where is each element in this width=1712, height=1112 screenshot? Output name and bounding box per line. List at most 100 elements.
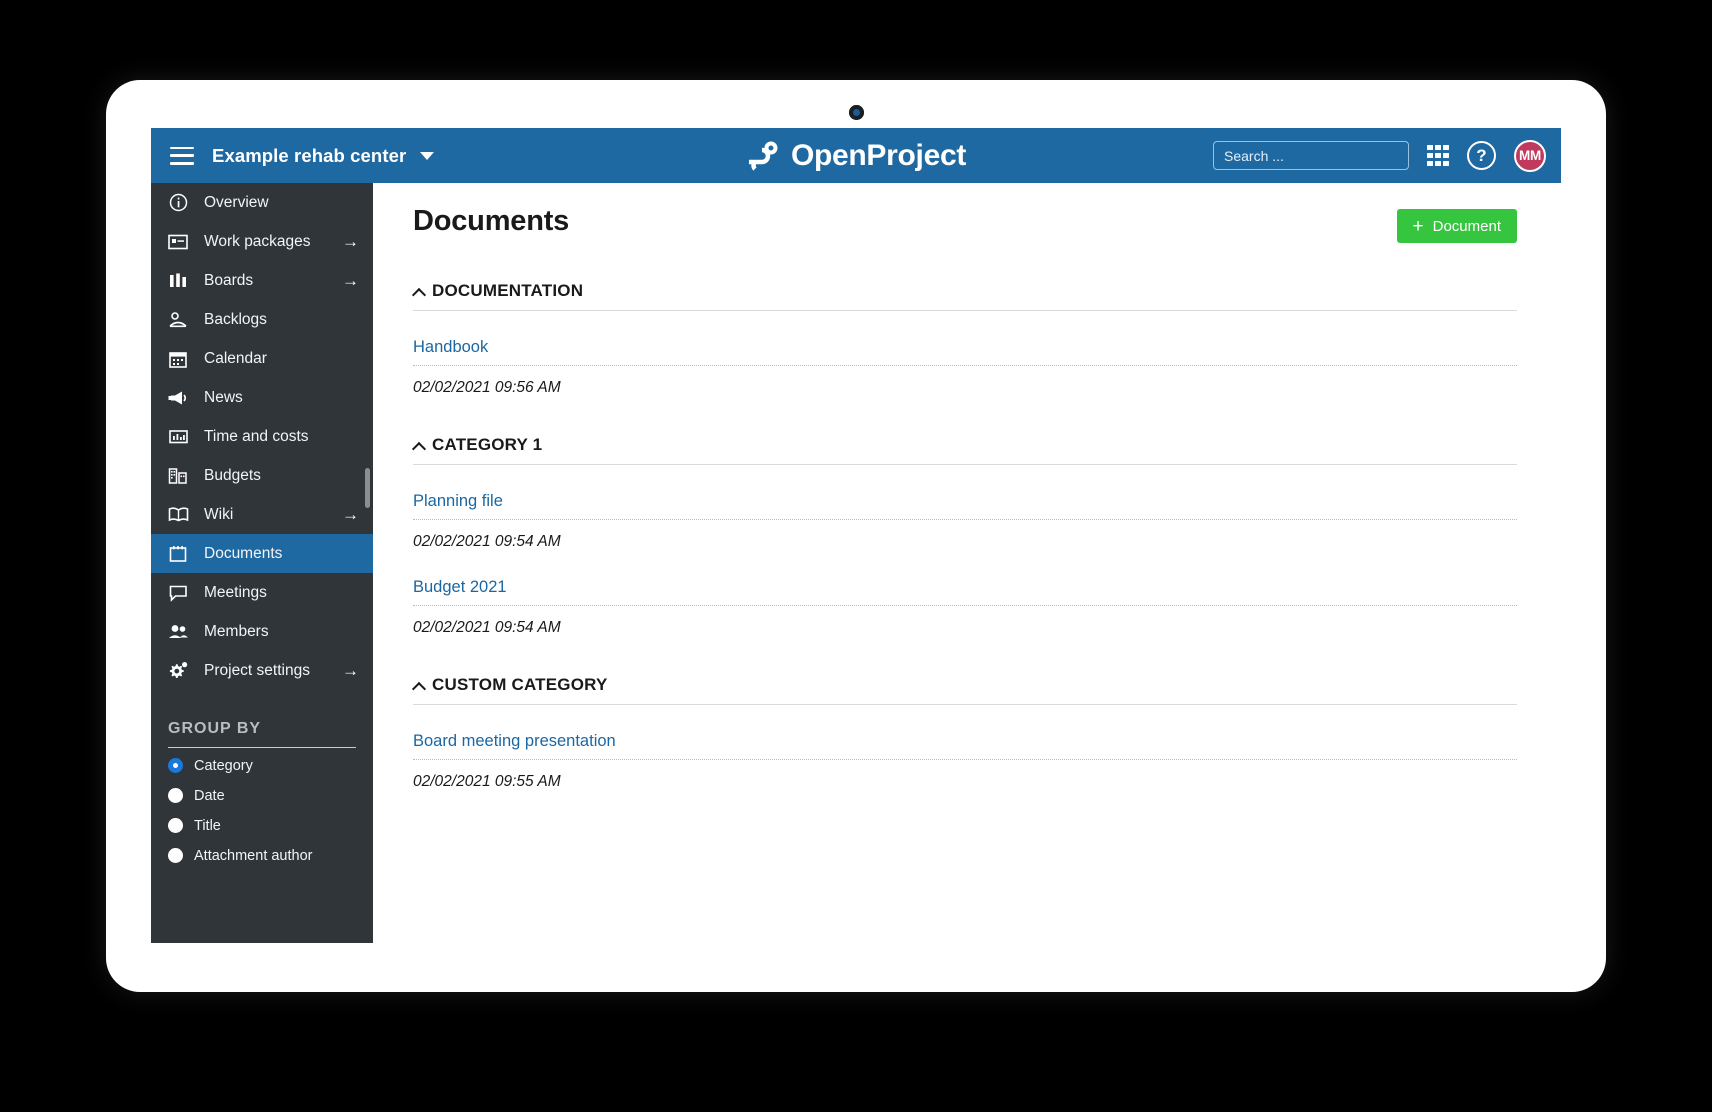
group-by-option-attachment-author[interactable]: Attachment author	[168, 843, 356, 868]
sidebar-item-label: Boards	[204, 272, 342, 290]
sidebar-arrow-icon: →	[342, 233, 359, 250]
sidebar-item-project-settings[interactable]: Project settings →	[151, 651, 373, 690]
sidebar-item-boards[interactable]: Boards →	[151, 261, 373, 300]
sidebar-item-label: Backlogs	[204, 311, 359, 329]
chevron-up-icon[interactable]	[413, 440, 424, 451]
sidebar-item-overview[interactable]: Overview	[151, 183, 373, 222]
chart-bars-icon	[167, 428, 189, 445]
radio-icon[interactable]	[168, 818, 183, 833]
boards-icon	[167, 272, 189, 290]
calendar-icon	[167, 350, 189, 368]
chevron-up-icon[interactable]	[413, 680, 424, 691]
radio-icon[interactable]	[168, 788, 183, 803]
openproject-mark-icon	[746, 141, 782, 171]
speech-bubble-icon	[167, 584, 189, 602]
sidebar-item-budgets[interactable]: Budgets	[151, 456, 373, 495]
avatar[interactable]: MM	[1514, 140, 1546, 172]
category-title: DOCUMENTATION	[432, 281, 583, 301]
document-link[interactable]: Board meeting presentation	[413, 732, 1517, 760]
sidebar-item-calendar[interactable]: Calendar	[151, 339, 373, 378]
radio-icon[interactable]	[168, 848, 183, 863]
camera-icon	[849, 105, 864, 120]
category-title: CUSTOM CATEGORY	[432, 675, 608, 695]
category-block: CATEGORY 1 Planning file 02/02/2021 09:5…	[413, 435, 1517, 637]
category-block: CUSTOM CATEGORY Board meeting presentati…	[413, 675, 1517, 791]
sidebar-item-work-packages[interactable]: Work packages →	[151, 222, 373, 261]
page-title: Documents	[413, 205, 569, 238]
document-icon	[167, 545, 189, 563]
sidebar-item-time-and-costs[interactable]: Time and costs	[151, 417, 373, 456]
search-input[interactable]	[1224, 148, 1405, 164]
search-box[interactable]	[1213, 141, 1409, 170]
add-document-label: Document	[1433, 218, 1501, 235]
info-circle-icon	[167, 193, 189, 212]
document-date: 02/02/2021 09:54 AM	[413, 533, 1517, 551]
main-header: Documents + Document	[413, 205, 1517, 243]
document-row: Budget 2021 02/02/2021 09:54 AM	[413, 578, 1517, 637]
document-link[interactable]: Budget 2021	[413, 578, 1517, 606]
sidebar-item-label: Project settings	[204, 662, 342, 680]
modules-grid-icon[interactable]	[1427, 145, 1449, 167]
project-selector[interactable]: Example rehab center	[212, 145, 406, 167]
sidebar-item-wiki[interactable]: Wiki →	[151, 495, 373, 534]
logo-text: OpenProject	[791, 139, 966, 173]
sidebar-item-label: Calendar	[204, 350, 359, 368]
document-row: Planning file 02/02/2021 09:54 AM	[413, 492, 1517, 551]
add-document-button[interactable]: + Document	[1397, 209, 1517, 243]
category-header[interactable]: CATEGORY 1	[413, 435, 1517, 465]
plus-icon: +	[1413, 217, 1424, 236]
openproject-logo[interactable]: OpenProject	[746, 139, 966, 173]
sidebar-item-label: Time and costs	[204, 428, 359, 446]
sidebar-item-news[interactable]: News	[151, 378, 373, 417]
group-by-option-label: Attachment author	[194, 848, 313, 864]
category-header[interactable]: DOCUMENTATION	[413, 281, 1517, 311]
sidebar: Overview Work packages → Boards →	[151, 183, 373, 943]
category-header[interactable]: CUSTOM CATEGORY	[413, 675, 1517, 705]
sidebar-item-label: News	[204, 389, 359, 407]
chevron-up-icon[interactable]	[413, 286, 424, 297]
main-content: Documents + Document DOCUMENTATION Handb…	[373, 183, 1561, 943]
group-by-option-date[interactable]: Date	[168, 783, 356, 808]
document-link[interactable]: Planning file	[413, 492, 1517, 520]
group-by-option-label: Category	[194, 758, 253, 774]
sidebar-item-meetings[interactable]: Meetings	[151, 573, 373, 612]
sidebar-item-label: Work packages	[204, 233, 342, 251]
sidebar-arrow-icon: →	[342, 662, 359, 679]
sidebar-item-members[interactable]: Members	[151, 612, 373, 651]
work-packages-icon	[167, 233, 189, 251]
sidebar-arrow-icon: →	[342, 272, 359, 289]
tablet-frame: Example rehab center OpenProject	[106, 80, 1606, 992]
group-by-option-title[interactable]: Title	[168, 813, 356, 838]
gear-icon	[167, 661, 189, 680]
chevron-down-icon[interactable]	[420, 152, 434, 160]
top-bar: Example rehab center OpenProject	[151, 128, 1561, 183]
sidebar-item-label: Wiki	[204, 506, 342, 524]
sidebar-item-label: Overview	[204, 194, 359, 212]
sidebar-item-label: Meetings	[204, 584, 359, 602]
sidebar-item-label: Members	[204, 623, 359, 641]
megaphone-icon	[167, 389, 189, 407]
category-block: DOCUMENTATION Handbook 02/02/2021 09:56 …	[413, 281, 1517, 397]
group-by-title: GROUP BY	[168, 720, 356, 748]
members-icon	[167, 623, 189, 640]
document-link[interactable]: Handbook	[413, 338, 1517, 366]
document-date: 02/02/2021 09:56 AM	[413, 379, 1517, 397]
screen: Example rehab center OpenProject	[151, 128, 1561, 943]
sidebar-item-documents[interactable]: Documents	[151, 534, 373, 573]
group-by-option-label: Date	[194, 788, 225, 804]
book-icon	[167, 506, 189, 523]
backlogs-icon	[167, 311, 189, 329]
hamburger-icon[interactable]	[170, 147, 194, 165]
document-date: 02/02/2021 09:55 AM	[413, 773, 1517, 791]
category-title: CATEGORY 1	[432, 435, 542, 455]
group-by-option-category[interactable]: Category	[168, 753, 356, 778]
group-by-section: GROUP BY Category Date Title Attachment …	[151, 720, 373, 868]
help-question-icon[interactable]: ?	[1467, 141, 1496, 170]
budgets-icon	[167, 467, 189, 485]
sidebar-arrow-icon: →	[342, 506, 359, 523]
top-bar-actions: ? MM	[1213, 128, 1546, 183]
radio-icon[interactable]	[168, 758, 183, 773]
document-date: 02/02/2021 09:54 AM	[413, 619, 1517, 637]
sidebar-item-backlogs[interactable]: Backlogs	[151, 300, 373, 339]
sidebar-scrollbar[interactable]	[365, 468, 370, 508]
